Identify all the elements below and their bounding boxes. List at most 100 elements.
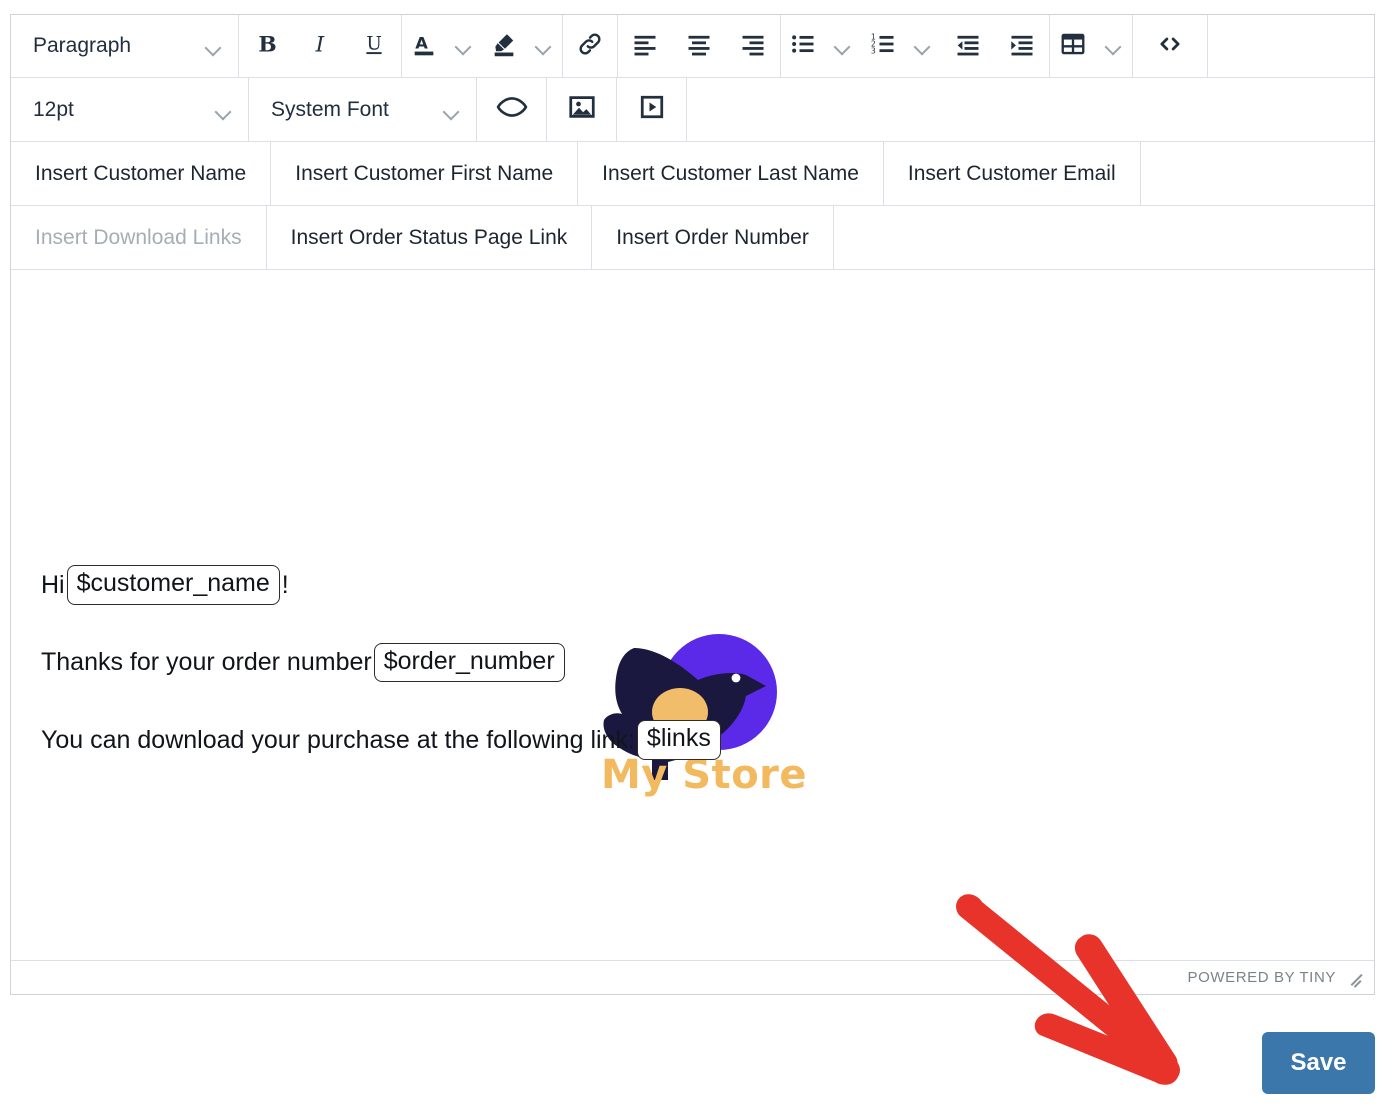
numbered-list-dropdown[interactable]: [905, 15, 941, 77]
align-center-button[interactable]: [672, 15, 726, 77]
align-right-button[interactable]: [726, 15, 780, 77]
svg-text:3: 3: [871, 46, 876, 55]
powered-by-tiny-link[interactable]: POWERED BY TINY: [1188, 969, 1336, 986]
align-left-button[interactable]: [618, 15, 672, 77]
highlight-color-dropdown[interactable]: [526, 15, 562, 77]
bulleted-list-button[interactable]: [781, 15, 825, 77]
tinymce-editor: Paragraph B I U A 1 2 3 12pt System Font…: [10, 14, 1375, 995]
font-size-select[interactable]: 12pt: [11, 78, 248, 141]
highlight-color-button[interactable]: [482, 15, 526, 77]
editor-status-bar: POWERED BY TINY: [11, 960, 1374, 994]
chevron-down-icon: [536, 41, 552, 51]
block-format-label: Paragraph: [33, 34, 132, 57]
chevron-down-icon: [206, 34, 222, 58]
toolbar-group-blockformat: Paragraph: [11, 15, 239, 77]
preview-button[interactable]: [477, 78, 546, 141]
editor-content-area[interactable]: My Store Hi $customer_name ! Thanks for …: [11, 270, 1374, 960]
increase-indent-icon: [1008, 30, 1036, 63]
chevron-down-icon: [835, 41, 851, 51]
toolbar-group-align: [618, 15, 781, 77]
insert-download-links-button[interactable]: Insert Download Links: [11, 206, 267, 269]
toolbar-group-sourcecode: [1133, 15, 1208, 77]
insert-customer-name-button[interactable]: Insert Customer Name: [11, 142, 272, 205]
insert-link-button[interactable]: [563, 15, 617, 77]
highlight-color-icon: [490, 30, 518, 63]
bold-button[interactable]: B: [239, 15, 293, 77]
toolbar-row-1-filler: [1208, 15, 1374, 77]
text-color-button[interactable]: A: [402, 15, 446, 77]
merge-tag-row-1-filler: [1141, 142, 1374, 205]
insert-order-status-page-link-button[interactable]: Insert Order Status Page Link: [267, 206, 593, 269]
insert-customer-email-label: Insert Customer Email: [907, 161, 1116, 185]
font-family-label: System Font: [271, 97, 389, 121]
resize-handle-icon[interactable]: [1348, 970, 1364, 986]
insert-media-button[interactable]: [617, 78, 686, 141]
italic-icon: I: [307, 31, 333, 62]
table-dropdown[interactable]: [1096, 15, 1132, 77]
toolbar-group-preview: [477, 78, 547, 141]
merge-tag-row-2-filler: [834, 206, 1374, 269]
numbered-list-button[interactable]: 1 2 3: [861, 15, 905, 77]
toolbar-row-2: 12pt System Font: [11, 78, 1374, 142]
svg-text:A: A: [415, 33, 428, 52]
align-left-icon: [631, 30, 659, 63]
toolbar-group-link: [563, 15, 618, 77]
source-code-button[interactable]: [1133, 15, 1207, 77]
toolbar-group-fontsize: 12pt: [11, 78, 249, 141]
image-icon: [567, 92, 597, 127]
chevron-down-icon: [1106, 41, 1122, 51]
bold-icon: B: [253, 31, 279, 62]
toolbar-group-fontfamily: System Font: [249, 78, 477, 141]
insert-customer-first-name-button[interactable]: Insert Customer First Name: [271, 142, 579, 205]
source-code-icon: [1155, 29, 1185, 64]
toolbar-row-2-filler: [687, 78, 1374, 141]
numbered-list-icon: 1 2 3: [869, 30, 897, 63]
toolbar-group-table: [1050, 15, 1133, 77]
link-icon: [575, 29, 605, 64]
eye-icon: [496, 91, 528, 128]
merge-tag-customer-name[interactable]: $customer_name: [66, 565, 280, 605]
font-family-select[interactable]: System Font: [249, 78, 476, 141]
download-link-text-before: You can download your purchase at the fo…: [41, 725, 635, 754]
bulleted-list-dropdown[interactable]: [825, 15, 861, 77]
italic-button[interactable]: I: [293, 15, 347, 77]
insert-customer-last-name-button[interactable]: Insert Customer Last Name: [578, 142, 884, 205]
chevron-down-icon: [444, 98, 460, 122]
paragraph-order-thanks: Thanks for your order number $order_numb…: [41, 642, 1354, 682]
toolbar-group-basicformat: B I U: [239, 15, 402, 77]
underline-icon: U: [361, 31, 387, 62]
toolbar-group-media: [617, 78, 687, 141]
insert-image-button[interactable]: [547, 78, 616, 141]
paragraph-greeting: Hi $customer_name !: [41, 565, 1354, 605]
decrease-indent-button[interactable]: [941, 15, 995, 77]
text-color-dropdown[interactable]: [446, 15, 482, 77]
decrease-indent-icon: [954, 30, 982, 63]
svg-text:I: I: [315, 32, 325, 56]
toolbar-group-colors: A: [402, 15, 563, 77]
merge-tag-order-number[interactable]: $order_number: [373, 642, 565, 682]
toolbar-group-image: [547, 78, 617, 141]
email-body: Hi $customer_name ! Thanks for your orde…: [41, 565, 1354, 798]
text-color-icon: A: [410, 30, 438, 63]
insert-order-number-label: Insert Order Number: [616, 225, 809, 249]
svg-text:B: B: [258, 32, 276, 56]
insert-customer-first-name-label: Insert Customer First Name: [295, 161, 554, 185]
align-center-icon: [685, 30, 713, 63]
chevron-down-icon: [456, 41, 472, 51]
merge-tag-links[interactable]: $links: [636, 720, 721, 760]
save-button[interactable]: Save: [1262, 1032, 1375, 1094]
increase-indent-button[interactable]: [995, 15, 1049, 77]
insert-order-status-page-link-label: Insert Order Status Page Link: [290, 225, 568, 249]
block-format-select[interactable]: Paragraph: [11, 15, 238, 77]
order-thanks-text-before: Thanks for your order number: [41, 648, 372, 677]
underline-button[interactable]: U: [347, 15, 401, 77]
media-play-icon: [637, 92, 667, 127]
align-right-icon: [739, 30, 767, 63]
merge-tag-row-2: Insert Download Links Insert Order Statu…: [11, 206, 1374, 270]
chevron-down-icon: [915, 41, 931, 51]
merge-tag-row-1: Insert Customer Name Insert Customer Fir…: [11, 142, 1374, 206]
table-button[interactable]: [1050, 15, 1096, 77]
insert-order-number-button[interactable]: Insert Order Number: [592, 206, 834, 269]
insert-customer-email-button[interactable]: Insert Customer Email: [884, 142, 1141, 205]
table-icon: [1059, 30, 1087, 63]
